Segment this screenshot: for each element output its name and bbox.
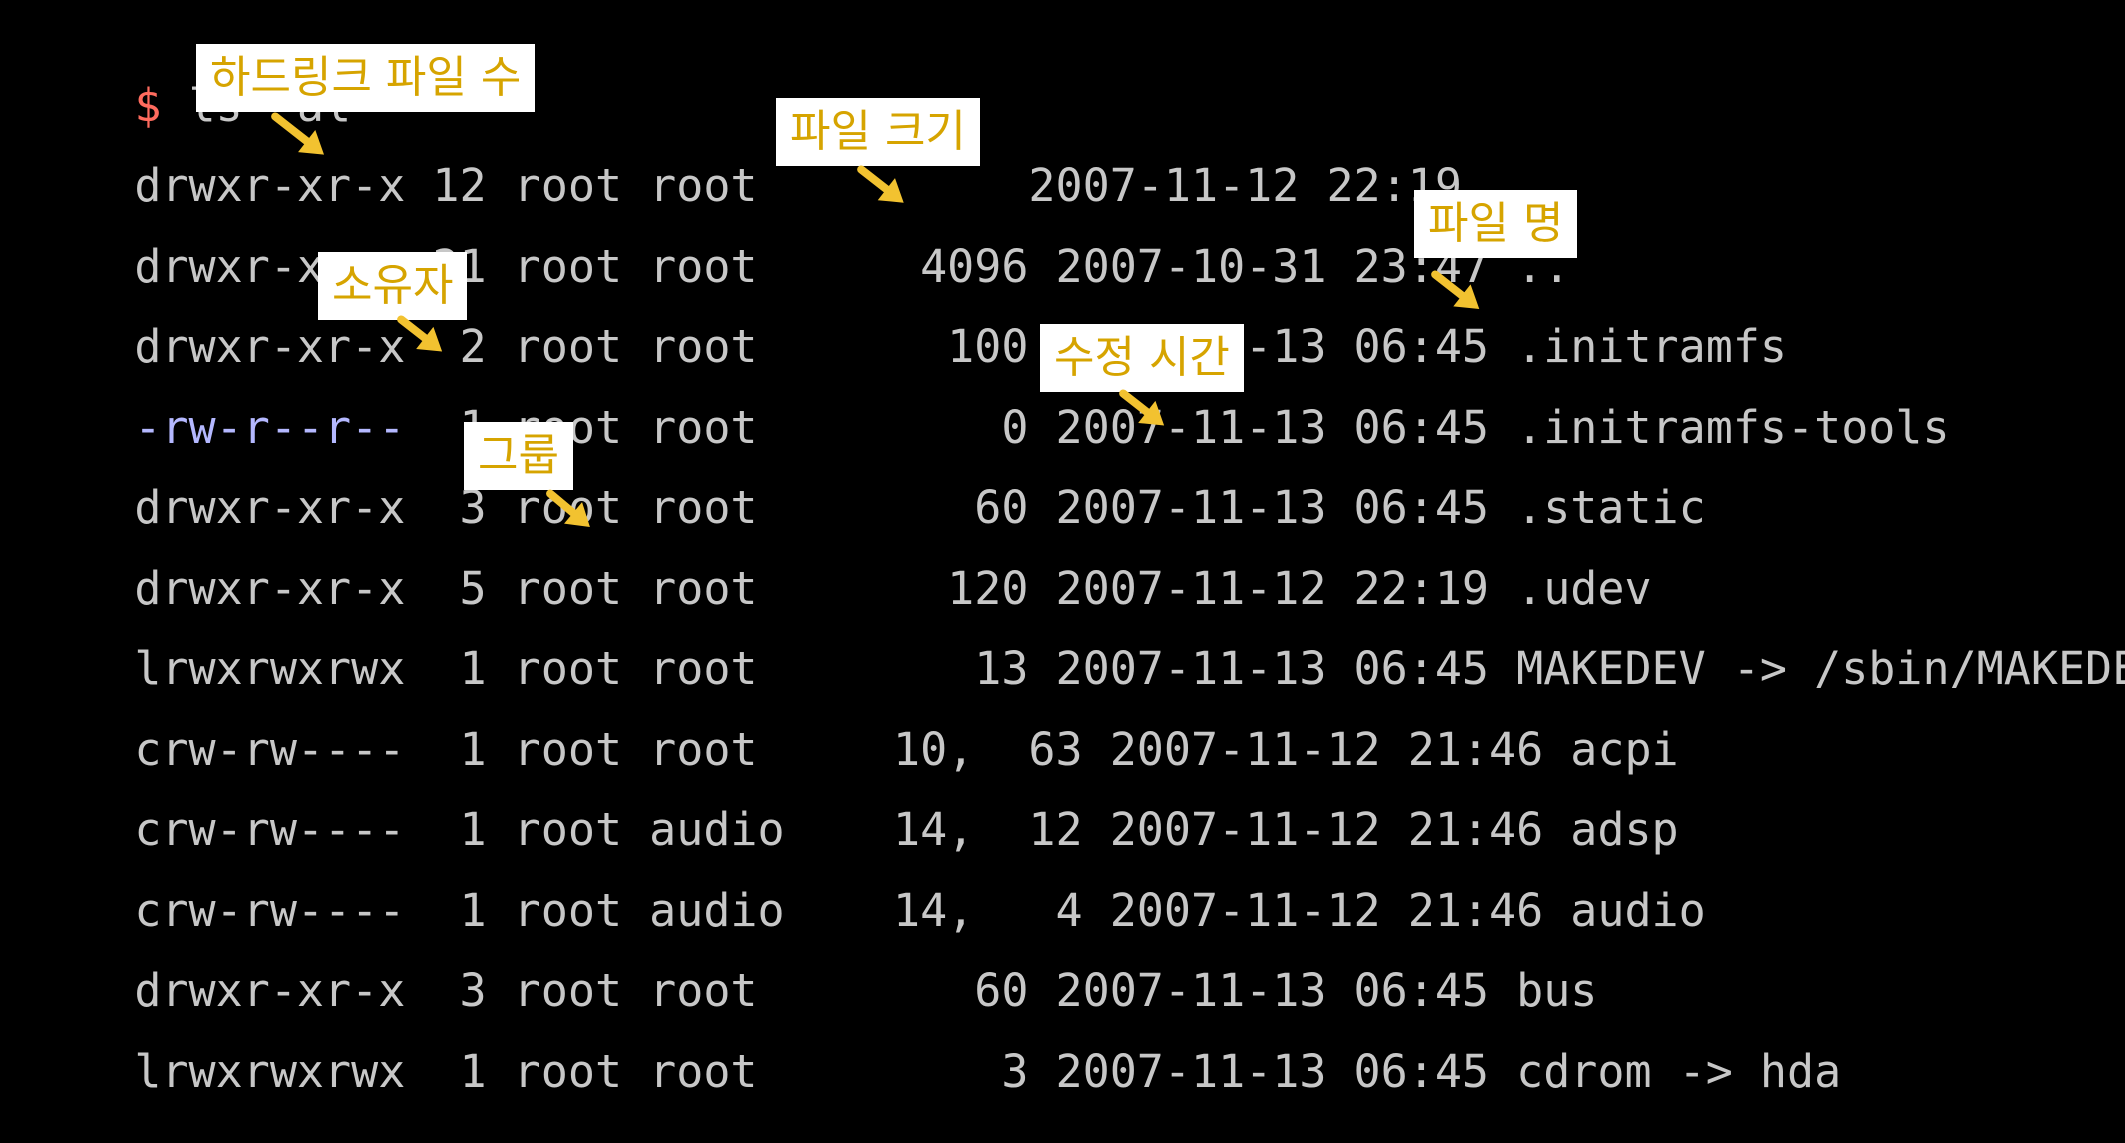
- hardlink-count-label: 하드링크 파일 수: [196, 44, 536, 112]
- group-label: 그룹: [464, 422, 573, 490]
- modified-time-label: 수정 시간: [1040, 324, 1244, 392]
- terminal-window[interactable]: $ ls -al drwxr-xr-x 12 root root 2007-11…: [0, 0, 2125, 1094]
- permissions: lrwxrwxrwx: [134, 1045, 406, 1098]
- file-name-label: 파일 명: [1414, 190, 1578, 258]
- owner-label: 소유자: [318, 252, 468, 320]
- file-size-label: 파일 크기: [776, 98, 980, 166]
- listing-row: lrwxrwxrwx 1 root root 3 2007-11-13 06:4…: [26, 1004, 1841, 1139]
- row-details: 1 root root 3 2007-11-13 06:45 cdrom -> …: [405, 1045, 1842, 1098]
